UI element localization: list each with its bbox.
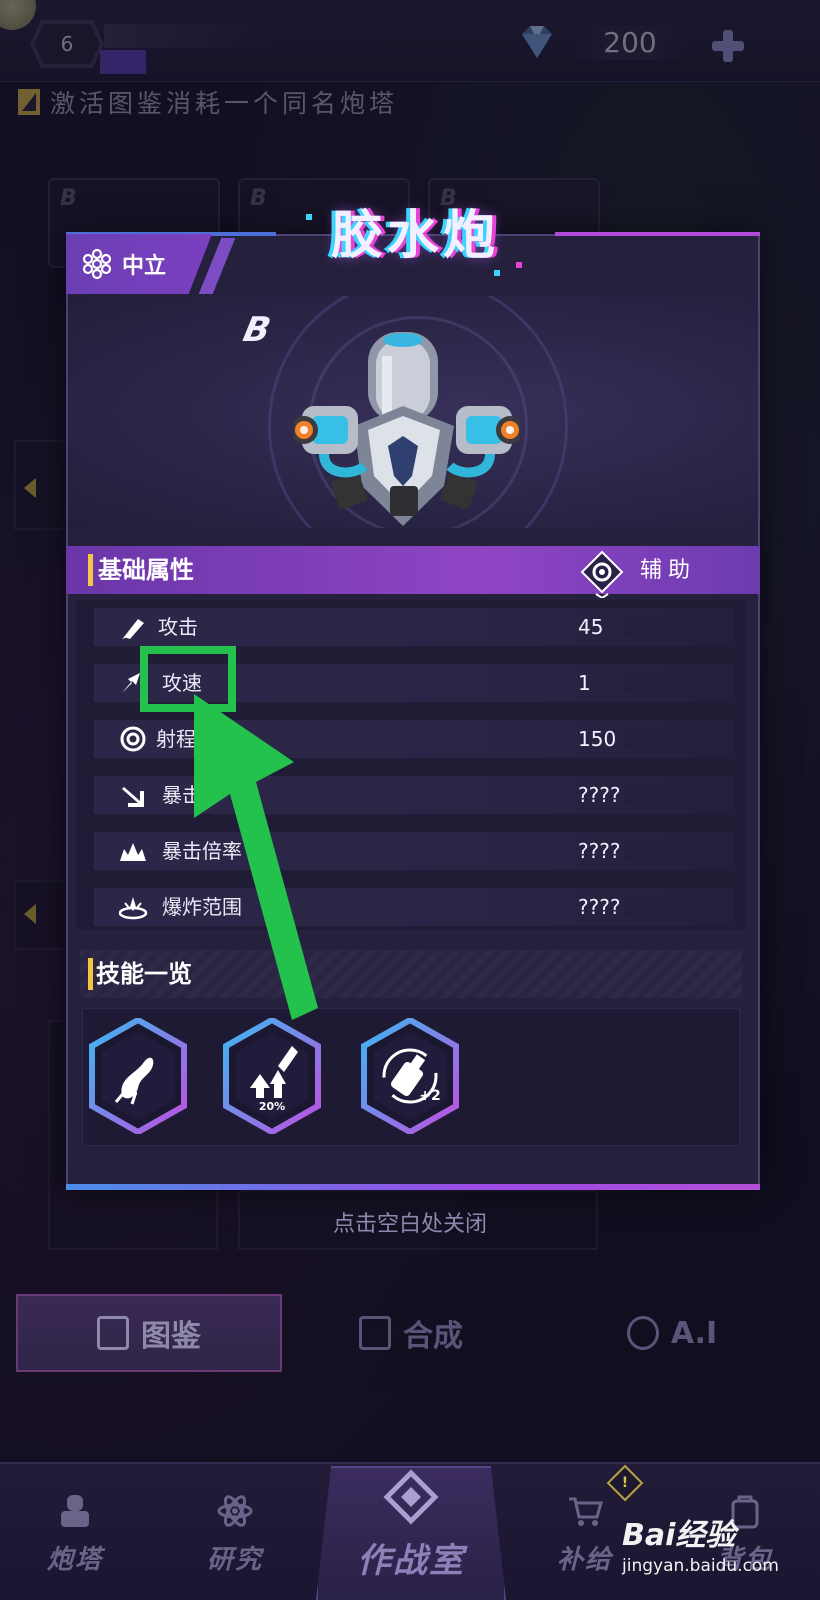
nav-turret[interactable]: 炮塔 — [0, 1470, 150, 1590]
nav-war-room[interactable]: 作战室 — [316, 1466, 506, 1600]
nav-label: 作战室 — [357, 1541, 465, 1581]
neutral-faction-icon — [82, 248, 112, 280]
stat-value: ???? — [578, 895, 621, 919]
tab-label: A.I — [670, 1315, 718, 1351]
merge-icon — [359, 1316, 391, 1350]
stat-value: ???? — [578, 839, 621, 863]
range-icon — [120, 726, 146, 752]
tab-label: 合成 — [403, 1319, 463, 1354]
crit-icon — [122, 787, 144, 807]
tab-merge[interactable]: 合成 — [286, 1294, 536, 1372]
glitch-dot — [306, 214, 312, 220]
alert-mark: ! — [621, 1475, 629, 1491]
glitch-dot — [516, 262, 522, 268]
support-role-icon — [580, 550, 624, 598]
cart-icon — [569, 1497, 603, 1526]
faction-label: 中立 — [122, 254, 167, 279]
speed-boost-icon[interactable]: 20% — [222, 1018, 322, 1134]
nav-research[interactable]: 研究 — [160, 1470, 310, 1590]
ai-chip-icon — [626, 1316, 659, 1350]
explosion-icon — [118, 897, 148, 920]
war-room-icon — [383, 1469, 439, 1525]
atom-icon — [217, 1495, 253, 1527]
turret-icon — [61, 1495, 89, 1527]
crit-multiplier-icon — [120, 843, 146, 861]
section-accent-bar — [88, 958, 93, 990]
tower-name: 胶水炮 — [330, 206, 499, 266]
nav-label: 研究 — [206, 1545, 263, 1575]
stat-value-track — [624, 672, 714, 694]
role-label: 辅助 — [640, 558, 697, 583]
glitch-dot — [494, 270, 500, 276]
stat-value: 1 — [578, 671, 591, 695]
nav-label: 补给 — [556, 1545, 613, 1575]
tab-codex[interactable]: 图鉴 — [16, 1294, 282, 1372]
glue-splash-icon[interactable] — [88, 1018, 188, 1134]
skill-badge: +2 — [419, 1088, 440, 1104]
stat-value-track — [624, 728, 714, 750]
stat-value: 45 — [578, 615, 604, 639]
basic-attributes-title: 基础属性 — [98, 556, 194, 584]
stat-row-attack: 攻击 45 — [94, 608, 734, 646]
stat-value-track — [624, 840, 714, 862]
stat-value-track — [624, 616, 714, 638]
watermark-logo: Bai经验 — [622, 1518, 736, 1553]
modal-bottom-accent — [66, 1184, 760, 1190]
section-accent-bar — [88, 554, 93, 586]
attack-icon — [122, 619, 144, 639]
faction-tag: 中立 — [66, 234, 212, 294]
close-hint[interactable]: 点击空白处关闭 — [0, 1206, 820, 1238]
stat-value: ???? — [578, 783, 621, 807]
tutorial-arrow-icon — [194, 694, 318, 1020]
baidu-jingyan-watermark: Bai经验 jingyan.baidu.com — [622, 1510, 802, 1590]
nav-label: 炮塔 — [46, 1545, 103, 1575]
stat-label: 攻击 — [158, 615, 198, 639]
codex-icon — [97, 1316, 129, 1350]
tab-label: 图鉴 — [141, 1319, 201, 1354]
glue-bottle-icon[interactable]: +2 — [360, 1018, 460, 1134]
stat-value: 150 — [578, 727, 617, 751]
stat-value-track — [624, 784, 714, 806]
watermark-url: jingyan.baidu.com — [622, 1556, 779, 1576]
tab-ai[interactable]: A.I — [540, 1294, 804, 1372]
stat-value-track — [624, 896, 714, 918]
skill-badge: 20% — [259, 1100, 285, 1113]
modal-accent-line — [555, 232, 760, 236]
glue-cannon-turret-icon — [294, 332, 520, 526]
